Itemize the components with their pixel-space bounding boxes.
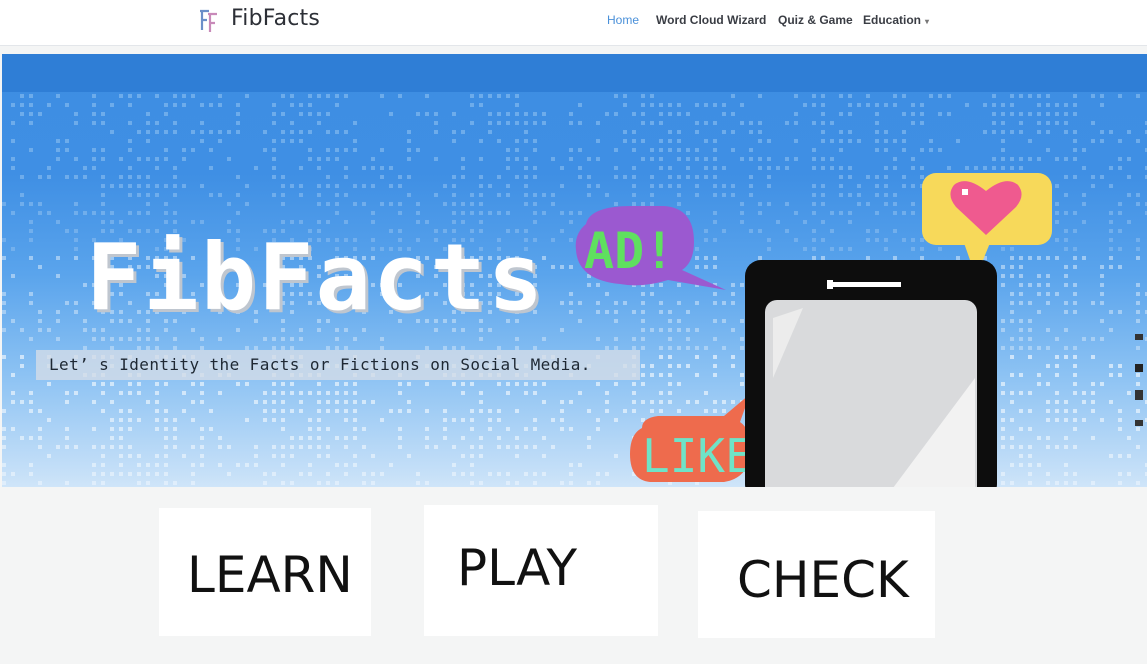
check-card[interactable]: CHECK xyxy=(698,511,935,638)
nav-home[interactable]: Home xyxy=(607,13,639,27)
learn-card-label: LEARN xyxy=(187,546,353,604)
hero-banner: FibFacts Let’ s Identity the Facts or Fi… xyxy=(2,54,1147,487)
ad-bubble-icon: AD! xyxy=(575,206,726,290)
site-header: FibFacts Home Word Cloud Wizard Quiz & G… xyxy=(0,0,1147,46)
play-card[interactable]: PLAY xyxy=(424,505,658,636)
hero-title: FibFacts xyxy=(86,224,546,331)
ad-bubble-text: AD! xyxy=(584,222,674,280)
hero-tagline: Let’ s Identity the Facts or Fictions on… xyxy=(49,355,591,374)
phone-icon xyxy=(745,260,997,487)
nav-quiz-game[interactable]: Quiz & Game xyxy=(778,13,853,27)
check-card-label: CHECK xyxy=(737,551,909,609)
nav-word-cloud-wizard[interactable]: Word Cloud Wizard xyxy=(656,13,766,27)
play-card-label: PLAY xyxy=(457,539,578,597)
nav-education-label: Education xyxy=(863,13,922,27)
learn-card[interactable]: LEARN xyxy=(159,508,371,636)
edge-icons xyxy=(1135,334,1143,426)
like-bubble-text: LIKE xyxy=(642,429,753,483)
chevron-down-icon: ▾ xyxy=(925,17,930,26)
site-name[interactable]: FibFacts xyxy=(231,6,320,31)
fibfacts-logo-icon[interactable] xyxy=(198,8,220,34)
like-bubble-icon: LIKE xyxy=(630,394,753,483)
nav-education[interactable]: Education ▾ xyxy=(863,13,929,27)
